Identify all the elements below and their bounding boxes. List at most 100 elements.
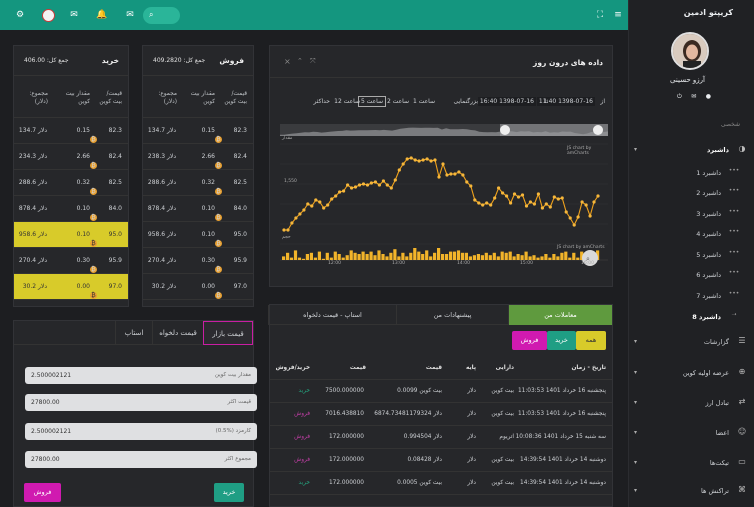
fullscreen-icon[interactable]: ⛶ bbox=[594, 9, 606, 21]
trades-panel: معاملات من پیشنهادات من استاپ - قیمت دلخ… bbox=[268, 304, 613, 507]
price-point bbox=[505, 194, 509, 198]
price-cell: 7500.000000 bbox=[325, 388, 364, 394]
sidebar-item-dashboard-6[interactable]: داشبرد 6 ••• bbox=[629, 266, 754, 286]
tab-limit-price[interactable]: قیمت دلخواه bbox=[152, 321, 203, 345]
table-row[interactable]: 95.9 0.30 ₿ 270.4 دلار bbox=[14, 248, 128, 274]
sidebar-item-ico[interactable]: ▾ عرضه اولیه کوین ⊕ bbox=[629, 364, 754, 384]
amount-value: 0.15 bbox=[76, 127, 90, 134]
tab-my-offers[interactable]: پیشنهادات من bbox=[396, 305, 508, 325]
expand-icon[interactable]: ⤧ bbox=[310, 57, 316, 66]
table-row[interactable]: دوشنبه 14 خرداد 1401 14:39:54 بیت کوین دلا… bbox=[270, 472, 612, 495]
asset-cell: بیت کوین bbox=[491, 457, 514, 463]
price-cell: 0.0005 بیت کوین bbox=[397, 480, 442, 486]
volume-bar bbox=[508, 251, 512, 260]
sidebar-item-dashboard-7[interactable]: داشبرد 7 ••• bbox=[629, 287, 754, 307]
tab-my-trades[interactable]: معاملات من bbox=[508, 305, 612, 325]
settings-icon[interactable]: ● bbox=[706, 93, 711, 101]
power-icon[interactable]: ⏻ bbox=[677, 93, 682, 101]
table-row[interactable]: 95.9 0.30 ₿ 270.4 دلار bbox=[143, 248, 253, 274]
price-point bbox=[437, 175, 441, 179]
table-row[interactable]: 82.5 0.32 ₿ 288.6 دلار bbox=[14, 170, 128, 196]
search-input[interactable]: ⌕ bbox=[143, 7, 180, 24]
search-icon: ⌕ bbox=[149, 10, 154, 19]
amount-field[interactable]: 2.500002121 مقدار بیت کوین bbox=[25, 367, 257, 384]
filter-all-button[interactable]: همه bbox=[576, 331, 606, 350]
price-point bbox=[536, 192, 540, 196]
table-row[interactable]: 97.0 0.00 ₿ 30.2 دلار bbox=[143, 274, 253, 300]
price-field[interactable]: 27800.00 قیمت اکثر bbox=[25, 394, 257, 411]
zoom-1h[interactable]: 1 ساعت bbox=[413, 98, 435, 105]
tab-stop-limit[interactable]: استاپ - قیمت دلخواه bbox=[268, 305, 396, 325]
table-row[interactable]: 82.5 0.32 ₿ 288.6 دلار bbox=[143, 170, 253, 196]
envelope-icon[interactable]: ✉ bbox=[691, 93, 696, 101]
close-icon[interactable]: × bbox=[284, 57, 291, 66]
menu-icon[interactable]: ≡ bbox=[612, 9, 624, 21]
zoom-5h[interactable]: 5 ساعت bbox=[357, 96, 386, 107]
price-point bbox=[552, 195, 556, 199]
tab-market-price[interactable]: قیمت بازار bbox=[203, 321, 253, 345]
sidebar-item-members[interactable]: ▾ اعضا ☺ bbox=[629, 424, 754, 444]
price-point bbox=[401, 162, 405, 166]
table-row[interactable]: 82.4 2.66 ₿ 234.3 دلار bbox=[14, 144, 128, 170]
volume-bar bbox=[496, 256, 500, 260]
buy-button[interactable]: خرید bbox=[214, 483, 244, 502]
total-cell: 288.6 دلار bbox=[147, 179, 176, 186]
table-row[interactable]: سه شنبه 15 خرداد 1401 10:08:36 اتریوم دلار… bbox=[270, 426, 612, 449]
top-bar: ⚙ ✉ 🔔 ✉ ⌕ ⛶ ≡ bbox=[0, 0, 628, 30]
x-tick-label: 12:00 bbox=[328, 261, 341, 266]
filter-sell-button[interactable]: فروش bbox=[512, 331, 547, 350]
sidebar-item-dashboard-8[interactable]: داشبرد 8 ➝ bbox=[629, 308, 754, 328]
sidebar-item-tickets[interactable]: ▾ تیکت‌ها ▭ bbox=[629, 454, 754, 474]
table-row[interactable]: دوشنبه 14 خرداد 1401 14:39:54 بیت کوین دلا… bbox=[270, 449, 612, 472]
price-point bbox=[540, 206, 544, 210]
sidebar-item-dashboard-4[interactable]: داشبرد 4 ••• bbox=[629, 225, 754, 245]
price-point bbox=[310, 204, 314, 208]
table-row[interactable]: 95.0 0.10 ₿ 958.6 دلار bbox=[143, 222, 253, 248]
sidebar-item-dashboard-1[interactable]: داشبرد 1 ••• bbox=[629, 164, 754, 184]
sidebar-item-transactions[interactable]: ▾ تراکنش ها ⌘ bbox=[629, 482, 754, 502]
chevron-down-icon: ▾ bbox=[634, 369, 638, 376]
volume-bar bbox=[445, 254, 449, 260]
sidebar-item-reports[interactable]: ▾ گزارشات ☰ bbox=[629, 333, 754, 353]
table-row[interactable]: 82.3 0.15 ₿ 134.7 دلار bbox=[14, 118, 128, 144]
sidebar-item-dashboard-3[interactable]: داشبرد 3 ••• bbox=[629, 205, 754, 225]
total-cell: 958.6 دلار bbox=[18, 231, 47, 238]
chat-icon[interactable]: ✉ bbox=[68, 9, 80, 21]
mail-icon[interactable]: ✉ bbox=[124, 9, 136, 21]
price-cell: 172.000000 bbox=[328, 480, 364, 486]
total-field[interactable]: 27800.00 مجموع اکثر bbox=[25, 451, 257, 468]
table-row[interactable]: پنجشنبه 16 خرداد 1401 11:03:53 بیت کوین دل… bbox=[270, 403, 612, 426]
sell-button[interactable]: فروش bbox=[24, 483, 61, 502]
price-point bbox=[381, 179, 385, 183]
bell-icon[interactable]: 🔔 bbox=[96, 9, 108, 21]
zoom-2h[interactable]: 2 ساعت bbox=[387, 98, 409, 105]
profile-avatar[interactable] bbox=[671, 32, 709, 70]
table-row[interactable]: 82.4 2.66 ₿ 238.3 دلار bbox=[143, 144, 253, 170]
table-row[interactable]: 84.0 0.10 ₿ 878.4 دلار bbox=[143, 196, 253, 222]
sidebar-item-dashboard-2[interactable]: داشبرد 2 ••• bbox=[629, 184, 754, 204]
table-row[interactable]: پنجشنبه 16 خرداد 1401 11:03:53 بیت کوین دل… bbox=[270, 380, 612, 403]
sell-order-book: فروش جمع کل: 409.2820 قیمت/ بیت کوین مقد… bbox=[142, 45, 254, 307]
sidebar-item-dashboard-5[interactable]: داشبرد 5 ••• bbox=[629, 246, 754, 266]
volume-bar bbox=[305, 254, 309, 260]
table-row[interactable]: 84.0 0.10 ₿ 878.4 دلار bbox=[14, 196, 128, 222]
price-cell: 82.3 bbox=[233, 127, 247, 134]
sidebar-item-exchange[interactable]: ▾ تبادل ارز ⇄ bbox=[629, 394, 754, 414]
chevron-up-icon[interactable]: ⌃ bbox=[297, 57, 303, 65]
zoom-max[interactable]: حداکثر bbox=[313, 98, 330, 105]
gear-icon[interactable]: ⚙ bbox=[14, 9, 26, 21]
amount-cell: 0.10 ₿ bbox=[77, 205, 97, 221]
volume-bar bbox=[512, 256, 516, 260]
avatar[interactable] bbox=[42, 9, 55, 22]
table-row[interactable]: 82.3 0.15 ₿ 134.7 دلار bbox=[143, 118, 253, 144]
table-row[interactable]: 97.0 0.00 ₿ 30.2 دلار bbox=[14, 274, 128, 300]
to-date-input[interactable]: 16:40 1398-07-16 bbox=[477, 97, 536, 106]
table-row[interactable]: 95.0 0.10 ₿ 958.6 دلار bbox=[14, 222, 128, 248]
fee-field[interactable]: 2.500002121 کارمزد (%0.5) bbox=[25, 423, 257, 440]
tab-stop[interactable]: استاپ bbox=[115, 321, 152, 345]
zoom-12h[interactable]: 12 ساعت bbox=[334, 98, 360, 105]
base-cell: دلار bbox=[467, 411, 476, 417]
filter-buy-button[interactable]: خرید bbox=[547, 331, 576, 350]
price-point bbox=[481, 203, 485, 207]
sidebar-item-dashboard[interactable]: ▾ داشبرد ◑ bbox=[629, 141, 754, 161]
